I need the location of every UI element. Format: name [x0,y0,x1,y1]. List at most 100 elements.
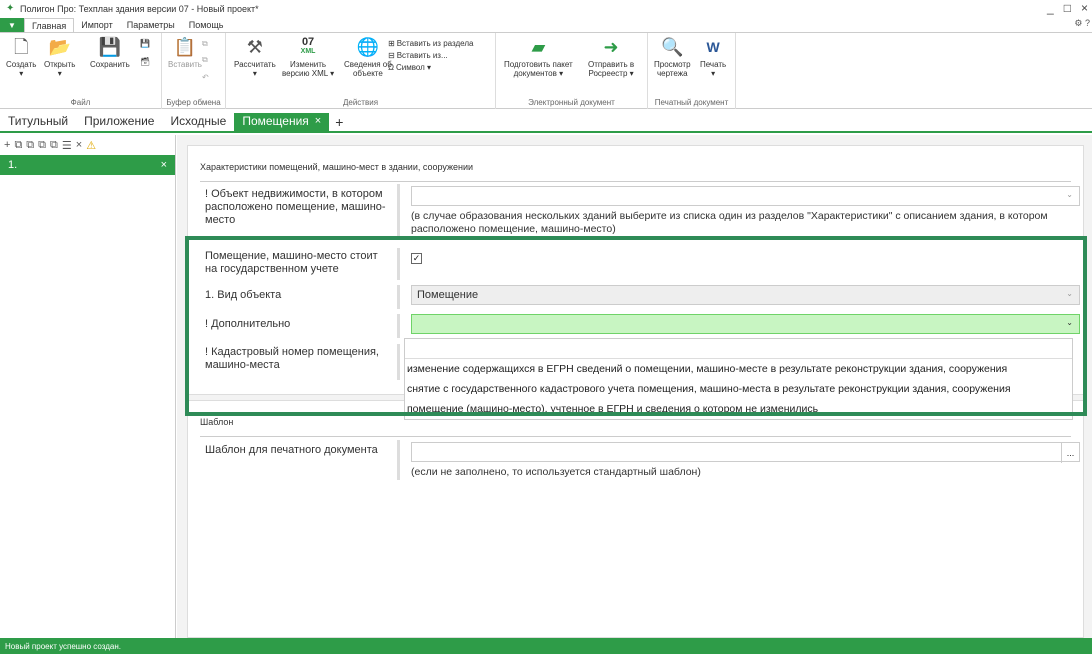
tab-source[interactable]: Исходные [162,113,234,131]
dropdown-option[interactable]: помещение (машино-место), учтенное в ЕГР… [405,399,1072,419]
new-file-icon: 🗋 [13,36,29,57]
tab-title[interactable]: Титульный [0,113,76,131]
save-icon: 💾 [98,36,122,57]
symbol-button[interactable]: Ω Символ ▾ [388,63,431,72]
object-info-button[interactable]: 🌐 Сведения об объекте [344,36,392,79]
settings-icon[interactable]: ⚙ ? [1074,18,1090,29]
menu-bar: ▼ Главная Импорт Параметры Помощь ⚙ ? [0,18,1092,32]
menu-tab-params[interactable]: Параметры [120,18,182,32]
add-copy-icon[interactable]: ⧉ [14,139,22,152]
prepare-package-button[interactable]: ▰ Подготовить пакет документов ▾ [504,36,573,79]
left-panel: + ⧉ ⧉ ⧉ ⧉ ☰ × ⚠ 1. × [0,135,176,638]
tab-close-icon[interactable]: × [315,115,321,127]
save-button[interactable]: 💾 Сохранить [90,36,130,70]
close-button[interactable]: × [1081,1,1088,15]
list-icon[interactable]: ☰ [62,139,72,152]
minimize-button[interactable]: _ [1047,1,1054,15]
menu-tab-import[interactable]: Импорт [74,18,119,32]
omega-icon: Ω [388,63,394,72]
template-panel: Шаблон [187,400,1084,638]
ribbon: 🗋 Создать ▾ 📂 Открыть ▾ 💾 Сохранить 💾 🗃 Фа… [0,32,1092,109]
preview-drawing-button[interactable]: 🔍 Просмотр чертежа [654,36,691,79]
dropdown-option[interactable]: изменение содержащихся в ЕГРН сведений о… [405,359,1072,379]
insert-file-icon: ⊟ [388,51,395,60]
ribbon-group-actions: ⚒ Рассчитать ▾ 07 XML Изменить версию XML… [226,33,496,109]
template-label: Шаблон для печатного документа [205,444,378,456]
ribbon-group-edoc: ▰ Подготовить пакет документов ▾ ➜ Отпра… [496,33,648,109]
status-bar: Новый проект успешно создан. [0,638,1092,654]
save-all-icon[interactable]: 🗃 [140,57,150,66]
word-icon: W [706,38,720,55]
wand-icon: ⚒ [246,36,263,57]
add-tab-button[interactable]: + [329,113,349,131]
create-button[interactable]: 🗋 Создать ▾ [6,36,36,79]
warning-icon[interactable]: ⚠ [86,139,96,152]
browse-button[interactable]: ... [1061,443,1079,463]
realty-hint: (в случае образования нескольких зданий … [411,210,1048,235]
insert-from-button[interactable]: ⊟ Вставить из... [388,51,448,60]
maximize-button[interactable]: □ [1064,1,1071,15]
tab-premises[interactable]: Помещения × [234,113,330,131]
dropdown-option-empty[interactable] [405,339,1072,359]
chevron-down-icon: ⌄ [1066,318,1073,327]
ribbon-group-clipboard: 📋 Вставить ⧉ ⧉ ↶ Буфер обмена [162,33,226,109]
globe-icon: 🌐 [356,36,380,57]
app-menu-dropdown[interactable]: ▼ [0,18,24,32]
change-xml-button[interactable]: 07 XML Изменить версию XML ▾ [282,36,334,79]
calculate-button[interactable]: ⚒ Рассчитать ▾ [234,36,276,79]
item-close-icon[interactable]: × [161,159,167,171]
copy-icon[interactable]: ⧉ [202,39,208,49]
open-folder-icon: 📂 [48,36,71,57]
tab-appendix[interactable]: Приложение [76,113,162,131]
registered-label: Помещение, машино-место стоит на государ… [205,250,378,275]
realty-row: ! Объект недвижимости, в котором располо… [193,184,1080,240]
move-down-icon[interactable]: ⧉ [50,139,58,152]
paste-button[interactable]: 📋 Вставить [168,36,202,70]
package-icon: ▰ [531,36,546,57]
template-input[interactable]: ... [411,442,1080,463]
extra-label: ! Дополнительно [205,318,291,330]
cut-icon[interactable]: ⧉ [202,55,208,65]
insert-section-button[interactable]: ⊞ Вставить из раздела [388,39,473,48]
chevron-down-icon: ⌄ [1066,190,1073,199]
xml-icon: 07 XML [300,36,316,56]
kind-row: 1. Вид объекта Помещение ⌄ [193,285,1080,309]
kind-select[interactable]: Помещение ⌄ [411,285,1080,305]
ribbon-group-file: 🗋 Создать ▾ 📂 Открыть ▾ 💾 Сохранить 💾 🗃 Фа… [0,33,162,109]
copy-icon[interactable]: ⧉ [26,139,34,152]
send-icon: ➜ [603,36,619,57]
delete-icon[interactable]: × [76,139,82,151]
cadastral-label: ! Кадастровый номер помещения, машино-ме… [205,346,379,371]
print-button[interactable]: W Печать ▾ [700,36,726,79]
realty-select[interactable]: ⌄ [411,186,1080,206]
template-row: Шаблон для печатного документа ... (если… [193,440,1080,484]
kind-label: 1. Вид объекта [205,289,282,301]
ribbon-group-print: 🔍 Просмотр чертежа W Печать ▾ Печатный до… [648,33,736,109]
realty-label: ! Объект недвижимости, в котором располо… [205,188,386,226]
registered-checkbox[interactable]: ✓ [411,253,422,264]
template-hint: (если не заполнено, то используется стан… [411,466,701,478]
undo-icon[interactable]: ↶ [202,73,209,82]
extra-select[interactable]: ⌄ [411,314,1080,334]
dropdown-option[interactable]: снятие с государственного кадастрового у… [405,379,1072,399]
send-rosreestr-button[interactable]: ➜ Отправить в Росреестр ▾ [588,36,634,79]
open-button[interactable]: 📂 Открыть ▾ [44,36,75,79]
chevron-down-icon: ⌄ [1066,289,1073,298]
app-logo-icon: ✦ [6,3,15,14]
add-icon[interactable]: + [4,139,10,151]
menu-tab-help[interactable]: Помощь [182,18,231,32]
insert-icon: ⊞ [388,39,395,48]
extra-row: ! Дополнительно ⌄ [193,314,1080,338]
extra-dropdown-list: изменение содержащихся в ЕГРН сведений о… [404,338,1073,420]
section-title: Характеристики помещений, машино-мест в … [200,146,1071,182]
menu-tab-home[interactable]: Главная [24,18,75,32]
move-up-icon[interactable]: ⧉ [38,139,46,152]
document-tabs: Титульный Приложение Исходные Помещения … [0,113,1092,133]
list-item[interactable]: 1. × [0,155,175,175]
window-title: Полигон Про: Техплан здания версии 07 - … [20,4,259,14]
status-text: Новый проект успешно создан. [5,641,121,651]
preview-icon: 🔍 [661,36,684,57]
left-toolbar: + ⧉ ⧉ ⧉ ⧉ ☰ × ⚠ [0,135,175,155]
save-as-icon[interactable]: 💾 [140,39,150,48]
title-bar: ✦ Полигон Про: Техплан здания версии 07 … [0,0,1092,18]
